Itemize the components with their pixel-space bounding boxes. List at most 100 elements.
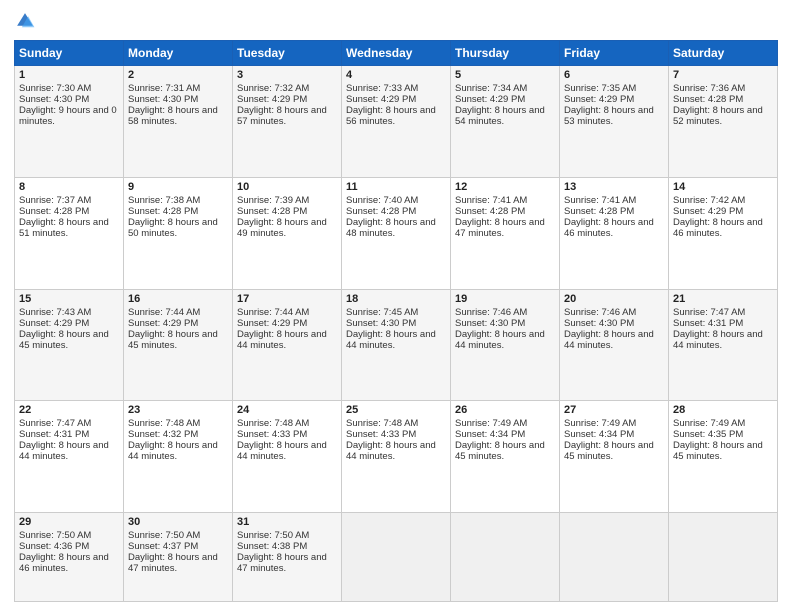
daylight-text: Daylight: 8 hours and 49 minutes.	[237, 217, 337, 239]
sunrise-text: Sunrise: 7:34 AM	[455, 83, 555, 94]
col-header-friday: Friday	[560, 41, 669, 66]
day-number: 2	[128, 69, 228, 81]
calendar-cell: 13Sunrise: 7:41 AMSunset: 4:28 PMDayligh…	[560, 177, 669, 289]
day-number: 1	[19, 69, 119, 81]
sunset-text: Sunset: 4:35 PM	[673, 429, 773, 440]
sunrise-text: Sunrise: 7:45 AM	[346, 307, 446, 318]
day-number: 23	[128, 404, 228, 416]
day-number: 31	[237, 516, 337, 528]
day-number: 12	[455, 181, 555, 193]
sunset-text: Sunset: 4:38 PM	[237, 541, 337, 552]
sunset-text: Sunset: 4:30 PM	[346, 318, 446, 329]
calendar-week-5: 29Sunrise: 7:50 AMSunset: 4:36 PMDayligh…	[15, 513, 778, 602]
day-number: 16	[128, 293, 228, 305]
daylight-text: Daylight: 8 hours and 46 minutes.	[19, 552, 119, 574]
daylight-text: Daylight: 8 hours and 45 minutes.	[564, 440, 664, 462]
sunrise-text: Sunrise: 7:50 AM	[19, 530, 119, 541]
calendar-cell	[560, 513, 669, 602]
calendar-table: SundayMondayTuesdayWednesdayThursdayFrid…	[14, 40, 778, 602]
calendar-cell: 31Sunrise: 7:50 AMSunset: 4:38 PMDayligh…	[233, 513, 342, 602]
sunset-text: Sunset: 4:36 PM	[19, 541, 119, 552]
day-number: 6	[564, 69, 664, 81]
sunrise-text: Sunrise: 7:47 AM	[19, 418, 119, 429]
sunrise-text: Sunrise: 7:43 AM	[19, 307, 119, 318]
daylight-text: Daylight: 8 hours and 52 minutes.	[673, 105, 773, 127]
calendar-cell: 26Sunrise: 7:49 AMSunset: 4:34 PMDayligh…	[451, 401, 560, 513]
daylight-text: Daylight: 8 hours and 44 minutes.	[19, 440, 119, 462]
calendar-cell: 18Sunrise: 7:45 AMSunset: 4:30 PMDayligh…	[342, 289, 451, 401]
sunset-text: Sunset: 4:31 PM	[673, 318, 773, 329]
daylight-text: Daylight: 8 hours and 50 minutes.	[128, 217, 228, 239]
day-number: 21	[673, 293, 773, 305]
sunrise-text: Sunrise: 7:48 AM	[128, 418, 228, 429]
calendar-cell: 15Sunrise: 7:43 AMSunset: 4:29 PMDayligh…	[15, 289, 124, 401]
calendar-cell: 20Sunrise: 7:46 AMSunset: 4:30 PMDayligh…	[560, 289, 669, 401]
calendar-week-1: 1Sunrise: 7:30 AMSunset: 4:30 PMDaylight…	[15, 66, 778, 178]
calendar-header-row: SundayMondayTuesdayWednesdayThursdayFrid…	[15, 41, 778, 66]
sunrise-text: Sunrise: 7:46 AM	[564, 307, 664, 318]
daylight-text: Daylight: 8 hours and 47 minutes.	[128, 552, 228, 574]
sunset-text: Sunset: 4:37 PM	[128, 541, 228, 552]
sunset-text: Sunset: 4:28 PM	[128, 206, 228, 217]
calendar-cell: 25Sunrise: 7:48 AMSunset: 4:33 PMDayligh…	[342, 401, 451, 513]
calendar-cell: 8Sunrise: 7:37 AMSunset: 4:28 PMDaylight…	[15, 177, 124, 289]
sunset-text: Sunset: 4:29 PM	[237, 318, 337, 329]
day-number: 5	[455, 69, 555, 81]
header	[14, 10, 778, 32]
sunset-text: Sunset: 4:29 PM	[564, 94, 664, 105]
daylight-text: Daylight: 8 hours and 44 minutes.	[346, 329, 446, 351]
daylight-text: Daylight: 8 hours and 51 minutes.	[19, 217, 119, 239]
calendar-cell: 10Sunrise: 7:39 AMSunset: 4:28 PMDayligh…	[233, 177, 342, 289]
sunrise-text: Sunrise: 7:38 AM	[128, 195, 228, 206]
day-number: 9	[128, 181, 228, 193]
col-header-saturday: Saturday	[669, 41, 778, 66]
daylight-text: Daylight: 8 hours and 47 minutes.	[237, 552, 337, 574]
sunrise-text: Sunrise: 7:32 AM	[237, 83, 337, 94]
sunset-text: Sunset: 4:28 PM	[673, 94, 773, 105]
sunrise-text: Sunrise: 7:39 AM	[237, 195, 337, 206]
daylight-text: Daylight: 8 hours and 46 minutes.	[564, 217, 664, 239]
sunrise-text: Sunrise: 7:49 AM	[455, 418, 555, 429]
sunset-text: Sunset: 4:33 PM	[237, 429, 337, 440]
sunrise-text: Sunrise: 7:49 AM	[564, 418, 664, 429]
day-number: 27	[564, 404, 664, 416]
day-number: 24	[237, 404, 337, 416]
sunset-text: Sunset: 4:30 PM	[19, 94, 119, 105]
daylight-text: Daylight: 8 hours and 45 minutes.	[128, 329, 228, 351]
page: SundayMondayTuesdayWednesdayThursdayFrid…	[0, 0, 792, 612]
daylight-text: Daylight: 8 hours and 45 minutes.	[673, 440, 773, 462]
calendar-cell: 14Sunrise: 7:42 AMSunset: 4:29 PMDayligh…	[669, 177, 778, 289]
sunset-text: Sunset: 4:29 PM	[19, 318, 119, 329]
sunset-text: Sunset: 4:29 PM	[237, 94, 337, 105]
sunset-text: Sunset: 4:28 PM	[237, 206, 337, 217]
sunset-text: Sunset: 4:30 PM	[564, 318, 664, 329]
col-header-monday: Monday	[124, 41, 233, 66]
calendar-cell: 6Sunrise: 7:35 AMSunset: 4:29 PMDaylight…	[560, 66, 669, 178]
sunrise-text: Sunrise: 7:50 AM	[128, 530, 228, 541]
sunset-text: Sunset: 4:29 PM	[455, 94, 555, 105]
calendar-cell: 9 Sunrise: 7:38 AMSunset: 4:28 PMDaylight…	[124, 177, 233, 289]
logo	[14, 10, 38, 32]
calendar-cell: 11Sunrise: 7:40 AMSunset: 4:28 PMDayligh…	[342, 177, 451, 289]
daylight-text: Daylight: 9 hours and 0 minutes.	[19, 105, 119, 127]
calendar-cell: 19Sunrise: 7:46 AMSunset: 4:30 PMDayligh…	[451, 289, 560, 401]
calendar-cell	[669, 513, 778, 602]
daylight-text: Daylight: 8 hours and 44 minutes.	[237, 329, 337, 351]
day-number: 13	[564, 181, 664, 193]
day-number: 17	[237, 293, 337, 305]
daylight-text: Daylight: 8 hours and 44 minutes.	[346, 440, 446, 462]
sunrise-text: Sunrise: 7:36 AM	[673, 83, 773, 94]
day-number: 29	[19, 516, 119, 528]
daylight-text: Daylight: 8 hours and 44 minutes.	[564, 329, 664, 351]
calendar-cell: 21Sunrise: 7:47 AMSunset: 4:31 PMDayligh…	[669, 289, 778, 401]
calendar-cell: 16Sunrise: 7:44 AMSunset: 4:29 PMDayligh…	[124, 289, 233, 401]
sunset-text: Sunset: 4:28 PM	[19, 206, 119, 217]
sunset-text: Sunset: 4:29 PM	[673, 206, 773, 217]
calendar-cell: 3Sunrise: 7:32 AMSunset: 4:29 PMDaylight…	[233, 66, 342, 178]
sunrise-text: Sunrise: 7:47 AM	[673, 307, 773, 318]
day-number: 3	[237, 69, 337, 81]
calendar-cell: 1Sunrise: 7:30 AMSunset: 4:30 PMDaylight…	[15, 66, 124, 178]
sunrise-text: Sunrise: 7:48 AM	[346, 418, 446, 429]
sunrise-text: Sunrise: 7:46 AM	[455, 307, 555, 318]
daylight-text: Daylight: 8 hours and 44 minutes.	[128, 440, 228, 462]
